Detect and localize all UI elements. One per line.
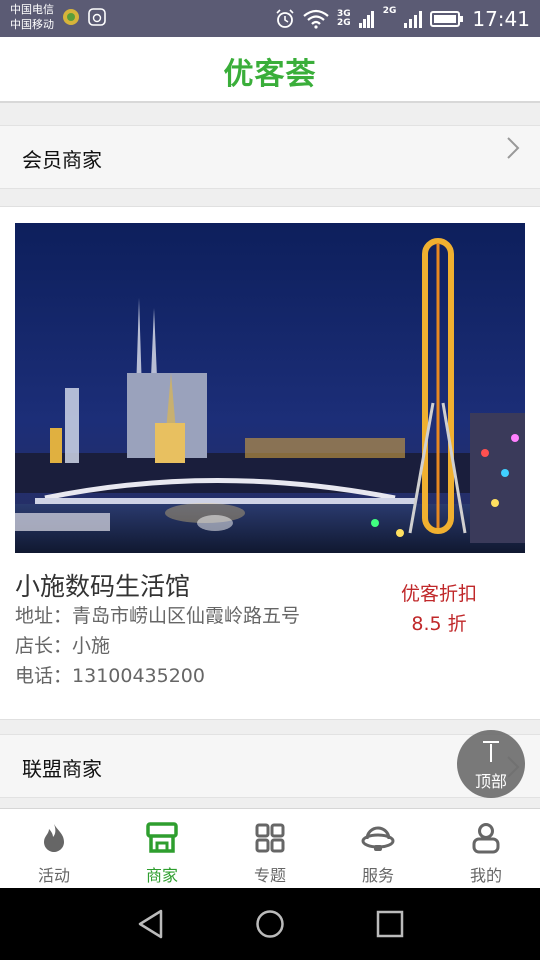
phone-label: 电话： (15, 665, 73, 687)
tab-label: 活动 (37, 866, 70, 885)
app-icon (63, 9, 79, 25)
discount-box: 优客折扣 8.5 折 (384, 579, 494, 639)
person-icon (472, 823, 500, 854)
tab-services[interactable]: 服务 (324, 809, 432, 888)
wifi-icon (303, 9, 329, 29)
tab-merchants[interactable]: 商家 (108, 809, 216, 888)
back-icon[interactable] (137, 909, 165, 939)
tab-activity[interactable]: 活动 (0, 809, 108, 888)
shop-card[interactable]: 小施数码生活馆 地址：青岛市崂山区仙霞岭路五号 店长：小施 电话：1310043… (0, 206, 540, 720)
member-merchants-section[interactable]: 会员商家 (0, 125, 540, 189)
shop-address: 地址：青岛市崂山区仙霞岭路五号 (15, 601, 300, 628)
network-2g-tag: 2G (382, 6, 397, 16)
address-label: 地址： (15, 605, 73, 627)
arrow-up-icon (483, 741, 499, 762)
carrier-2: 中国移动 (10, 18, 54, 31)
section-title: 会员商家 (22, 148, 102, 172)
battery-icon (430, 10, 464, 27)
headset-icon (361, 826, 395, 851)
back-to-top-label: 顶部 (474, 772, 507, 791)
tab-label: 我的 (469, 866, 502, 885)
network-2g-tag: 2G (337, 17, 351, 28)
system-nav-bar (0, 888, 540, 960)
clock: 17:41 (472, 6, 530, 31)
app-header: 优客荟 (0, 37, 540, 103)
recorder-icon (88, 8, 106, 26)
status-indicators: 3G 2G 2G 17:41 (275, 0, 530, 37)
tab-label: 商家 (145, 866, 178, 885)
recents-icon[interactable] (376, 909, 404, 939)
address-value: 青岛市崂山区仙霞岭路五号 (72, 605, 301, 627)
phone-value[interactable]: 13100435200 (72, 665, 205, 687)
shop-phone: 电话：13100435200 (15, 661, 205, 688)
section-title: 联盟商家 (22, 757, 102, 781)
shop-image[interactable] (15, 223, 525, 553)
tab-mine[interactable]: 我的 (432, 809, 540, 888)
shop-name: 小施数码生活馆 (15, 572, 191, 601)
signal-icon (404, 10, 423, 28)
city-night-photo (15, 223, 525, 553)
home-icon[interactable] (255, 909, 285, 939)
tab-label: 服务 (361, 866, 394, 885)
discount-title: 优客折扣 (400, 583, 477, 605)
shop-manager: 店长：小施 (15, 631, 110, 658)
signal-icon (358, 10, 374, 28)
network-tags-1: 3G 2G (337, 9, 351, 28)
tab-topics[interactable]: 专题 (216, 809, 324, 888)
bottom-tab-bar: 活动 商家 专题 服务 我的 (0, 808, 540, 888)
grid-icon (255, 823, 285, 853)
carrier-names: 中国电信 中国移动 (10, 2, 54, 32)
status-bar: 中国电信 中国移动 3G 2G 2G 17:41 (0, 0, 540, 37)
manager-value: 小施 (72, 635, 111, 657)
alarm-icon (276, 8, 294, 28)
chevron-right-icon (507, 137, 520, 159)
app-logo: 优客荟 (223, 57, 317, 92)
manager-label: 店长： (15, 635, 73, 657)
flame-icon (44, 824, 64, 852)
tab-label: 专题 (253, 866, 286, 885)
carrier-1: 中国电信 (10, 3, 54, 16)
discount-value: 8.5 折 (411, 613, 467, 635)
back-to-top-button[interactable]: 顶部 (457, 730, 525, 798)
store-icon (146, 822, 178, 853)
